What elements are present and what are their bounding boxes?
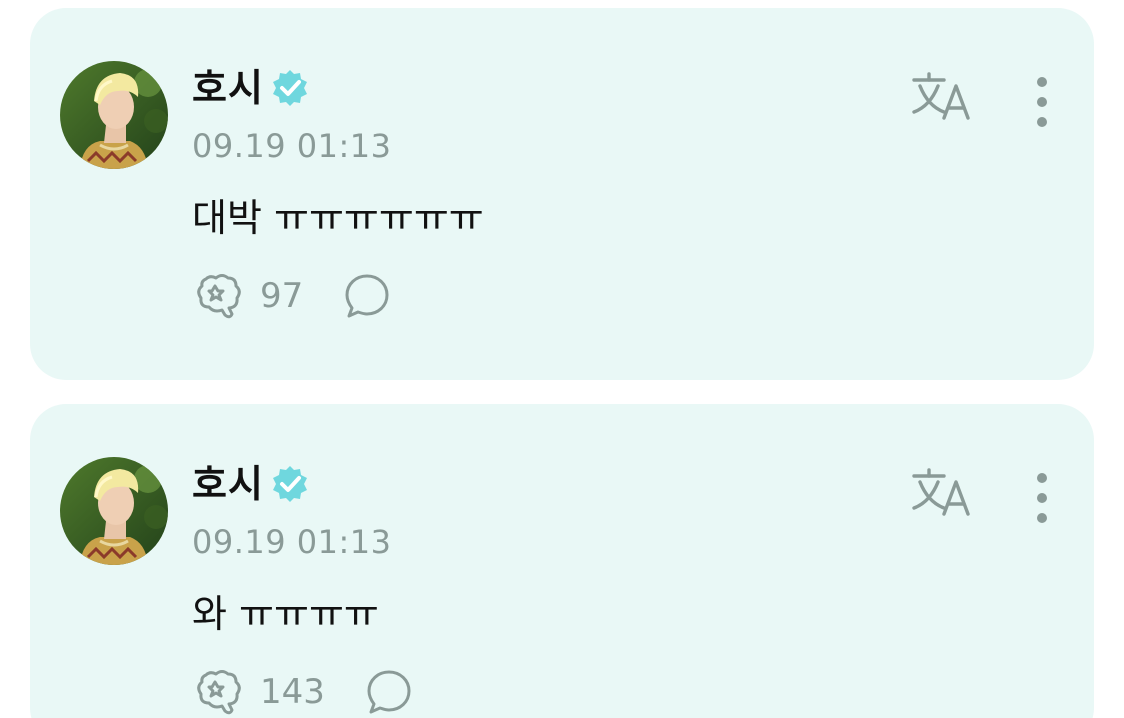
avatar[interactable] [60,61,168,169]
post-actions: 97 [192,272,391,320]
more-vertical-icon[interactable] [1026,470,1058,526]
translate-icon[interactable] [910,468,974,518]
comment-icon[interactable] [343,272,391,320]
post-feed: 호시 09.19 01:13 대박 ㅠㅠㅠㅠㅠㅠ 97 호시 09.19 01:… [0,0,1124,718]
reaction-count: 97 [260,276,304,316]
reaction-button[interactable]: 143 [192,665,325,718]
verified-badge-icon [270,464,310,504]
verified-badge-icon [270,68,310,108]
author-name[interactable]: 호시 [192,460,264,508]
post-card[interactable]: 호시 09.19 01:13 와 ㅠㅠㅠㅠ 143 [30,404,1094,718]
more-vertical-icon[interactable] [1026,74,1058,130]
avatar[interactable] [60,457,168,565]
reaction-button[interactable]: 97 [192,269,303,323]
reaction-count: 143 [260,672,325,712]
author-row: 호시 [192,460,310,508]
post-message: 대박 ㅠㅠㅠㅠㅠㅠ [192,196,484,240]
post-actions: 143 [192,668,413,716]
post-timestamp: 09.19 01:13 [192,127,392,165]
comment-icon[interactable] [365,668,413,716]
reaction-icon [192,665,246,718]
author-row: 호시 [192,64,310,112]
reaction-icon [192,269,246,323]
post-timestamp: 09.19 01:13 [192,523,392,561]
post-card[interactable]: 호시 09.19 01:13 대박 ㅠㅠㅠㅠㅠㅠ 97 [30,8,1094,380]
author-name[interactable]: 호시 [192,64,264,112]
translate-icon[interactable] [910,72,974,122]
post-message: 와 ㅠㅠㅠㅠ [192,592,379,636]
